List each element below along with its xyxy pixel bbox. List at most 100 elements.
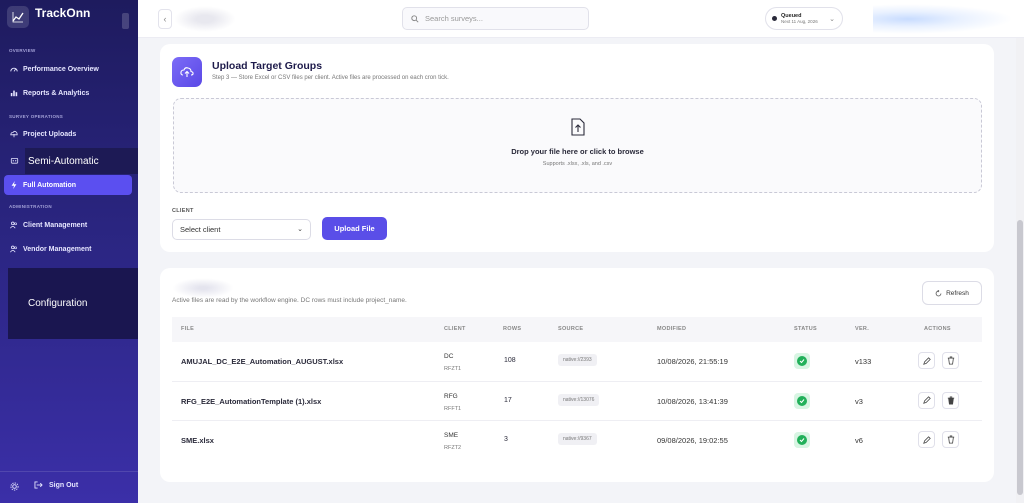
source-badge: native://13076 (558, 393, 600, 406)
client-name: SME (444, 432, 459, 439)
pencil-icon (922, 435, 931, 444)
client-cell: RFG RFFT1 (444, 391, 461, 415)
check-circle-icon (797, 435, 807, 445)
sidebar-item-label: Client Management (23, 221, 88, 229)
status-dot (772, 16, 777, 21)
edit-button[interactable] (918, 391, 935, 409)
edit-button[interactable] (918, 352, 935, 369)
blurred-card-title (172, 278, 234, 298)
sidebar-item-semi-automatic[interactable]: Semi-Automatic (25, 148, 138, 174)
gauge-icon (10, 67, 18, 72)
refresh-icon (935, 289, 942, 296)
client-code: RFZT1 (444, 366, 462, 372)
delete-button[interactable] (942, 391, 959, 409)
section-administration: ADMINISTRATION (9, 204, 52, 209)
table-row[interactable]: SME.xlsx SME RFZT2 3 native://9367 09/08/… (172, 421, 982, 461)
blurred-breadcrumb (174, 6, 236, 32)
collapse-sidebar-button[interactable] (122, 13, 129, 29)
edit-button[interactable] (918, 431, 935, 448)
scrollbar-thumb[interactable] (1017, 220, 1023, 495)
search-input[interactable] (425, 14, 575, 23)
file-dropzone[interactable]: Drop your file here or click to browse S… (173, 98, 982, 193)
trash-icon (947, 396, 954, 404)
client-select-value: Select client (180, 225, 221, 234)
sidebar: TrackOnn OVERVIEW Performance Overview R… (0, 0, 138, 503)
column-header-rows[interactable]: ROWS (503, 326, 521, 332)
column-header-client[interactable]: CLIENT (444, 326, 466, 332)
users-icon (10, 221, 17, 229)
version: v3 (855, 396, 863, 406)
back-button[interactable]: ‹ (158, 9, 172, 29)
chevron-left-icon: ‹ (163, 14, 167, 24)
upload-card-subtitle: Step 3 — Store Excel or CSV files per cl… (212, 75, 449, 81)
table-row[interactable]: RFG_E2E_AutomationTemplate (1).xlsx RFG R… (172, 382, 982, 421)
upload-file-button[interactable]: Upload File (322, 217, 387, 240)
search-icon (411, 14, 419, 23)
client-code: RFFT1 (444, 405, 462, 412)
delete-button[interactable] (942, 431, 959, 448)
refresh-label: Refresh (946, 289, 969, 297)
chart-trend-icon (7, 6, 29, 28)
sidebar-item-label: Project Uploads (23, 130, 77, 138)
sidebar-item-project-uploads[interactable]: Project Uploads (4, 124, 132, 144)
file-name: AMUJAL_DC_E2E_Automation_AUGUST.xlsx (181, 357, 344, 366)
status-active-badge (794, 392, 810, 409)
sidebar-item-label: Configuration (28, 298, 88, 309)
blurred-user-profile[interactable] (873, 4, 1013, 34)
row-count: 17 (504, 396, 512, 404)
column-header-version[interactable]: VER. (855, 326, 869, 332)
gear-icon[interactable] (10, 482, 19, 491)
sidebar-divider (0, 471, 138, 472)
column-header-file[interactable]: FILE (181, 326, 194, 332)
pencil-icon (922, 396, 931, 404)
table-header: FILE CLIENT ROWS SOURCE MODIFIED STATUS … (172, 317, 982, 342)
file-upload-icon (571, 118, 585, 136)
column-header-status[interactable]: STATUS (794, 326, 817, 332)
status-active-badge (794, 353, 810, 369)
modified-date: 09/08/2026, 19:02:55 (657, 436, 728, 445)
column-header-source[interactable]: SOURCE (558, 326, 583, 332)
cloud-upload-icon (172, 57, 202, 87)
source-badge: native://9367 (558, 433, 597, 445)
search-bar[interactable] (402, 7, 589, 30)
client-select[interactable]: Select client ⌄ (172, 219, 311, 240)
sign-out-icon (34, 481, 43, 489)
sidebar-item-label: Reports & Analytics (23, 89, 90, 97)
pencil-icon (922, 356, 931, 365)
bar-chart-icon (10, 90, 18, 97)
chevron-down-icon: ⌄ (297, 226, 303, 233)
sidebar-item-full-automation[interactable]: Full Automation (4, 175, 132, 195)
file-name: RFG_E2E_AutomationTemplate (1).xlsx (181, 396, 322, 406)
file-name: SME.xlsx (181, 436, 214, 445)
sidebar-item-client-management[interactable]: Client Management (4, 215, 132, 235)
version: v133 (855, 357, 872, 366)
column-header-modified[interactable]: MODIFIED (657, 326, 686, 332)
version: v6 (855, 436, 863, 445)
files-table: FILE CLIENT ROWS SOURCE MODIFIED STATUS … (172, 317, 982, 461)
dropzone-title: Drop your file here or click to browse (511, 147, 644, 156)
row-count: 3 (504, 436, 508, 443)
sign-out-button[interactable]: Sign Out (34, 481, 78, 489)
modified-date: 10/08/2026, 21:55:19 (657, 357, 728, 366)
topbar: ‹ Queued Next 11 Aug, 2026 ⌄ (138, 0, 1024, 38)
upload-card-title: Upload Target Groups (212, 60, 323, 72)
sidebar-item-configuration[interactable]: Configuration (8, 268, 138, 339)
queue-status-dropdown[interactable]: Queued Next 11 Aug, 2026 ⌄ (765, 7, 843, 30)
status-active-badge (794, 432, 810, 448)
sidebar-item-performance-overview[interactable]: Performance Overview (4, 59, 132, 79)
users-icon (10, 245, 17, 253)
refresh-button[interactable]: Refresh (922, 281, 982, 305)
sidebar-item-label: Performance Overview (23, 65, 99, 73)
upload-card: Upload Target Groups Step 3 — Store Exce… (160, 44, 994, 252)
row-count: 108 (504, 357, 516, 364)
sidebar-item-reports-analytics[interactable]: Reports & Analytics (4, 83, 132, 103)
brand[interactable]: TrackOnn (7, 6, 90, 28)
source-badge: native://2393 (558, 354, 597, 366)
table-row[interactable]: AMUJAL_DC_E2E_Automation_AUGUST.xlsx DC R… (172, 342, 982, 382)
client-label: CLIENT (172, 208, 194, 214)
delete-button[interactable] (942, 352, 959, 369)
sidebar-item-vendor-management[interactable]: Vendor Management (4, 239, 132, 259)
trash-icon (947, 435, 954, 444)
sidebar-item-label: Full Automation (23, 181, 77, 189)
section-overview: OVERVIEW (9, 48, 36, 53)
